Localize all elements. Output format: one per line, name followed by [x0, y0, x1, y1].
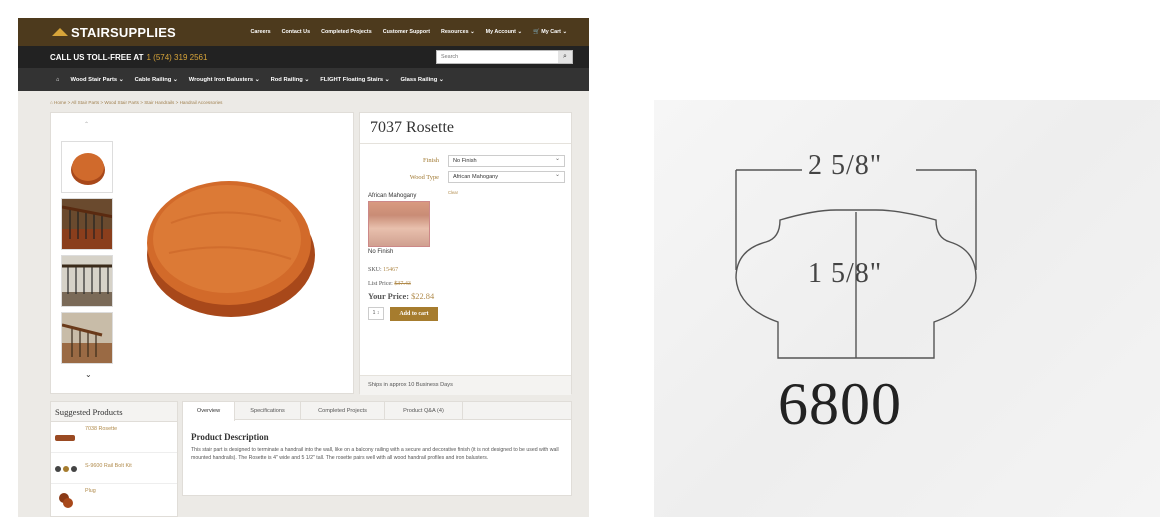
- swatch-wood-label: African Mahogany: [368, 193, 417, 199]
- nav-my-account[interactable]: My Account ⌄: [486, 29, 522, 35]
- description-body: This stair part is designed to terminate…: [191, 447, 559, 461]
- search-box: ⌕: [436, 50, 573, 64]
- part-number-label: 6800: [778, 371, 902, 437]
- swatch-finish-label: No Finish: [368, 249, 394, 255]
- your-price-value: $22.84: [411, 292, 435, 301]
- description-title: Product Description: [191, 432, 269, 442]
- category-nav: ⌂ Wood Stair Parts ⌄ Cable Railing ⌄ Wro…: [18, 68, 589, 91]
- your-price-label: Your Price:: [368, 292, 410, 301]
- product-title: 7037 Rosette: [370, 119, 454, 136]
- list-price-label: List Price:: [368, 281, 393, 287]
- logo-text: STAIRSUPPLIES: [71, 24, 176, 40]
- suggested-products: Suggested Products 7038 Rosette S-9600 R…: [50, 401, 178, 517]
- home-icon[interactable]: ⌂: [56, 77, 60, 83]
- rosette-thumb-icon: [55, 435, 75, 441]
- call-label: CALL US TOLL-FREE AT: [50, 52, 144, 62]
- tab-completed-projects[interactable]: Completed Projects: [301, 402, 385, 420]
- suggested-item-label[interactable]: 7038 Rosette: [85, 426, 117, 432]
- sku-line: SKU: 15467: [368, 267, 398, 273]
- product-info-panel: 7037 Rosette Finish No Finish Wood Type …: [359, 112, 572, 395]
- finish-label: Finish: [423, 157, 439, 164]
- nav-contact-us[interactable]: Contact Us: [282, 29, 310, 35]
- wood-type-select[interactable]: African Mahogany: [448, 171, 565, 183]
- suggested-item[interactable]: Plug: [51, 485, 177, 515]
- stair-thumb-image: [62, 313, 112, 363]
- product-tabs: Overview Specifications Completed Projec…: [182, 401, 572, 496]
- product-gallery: ⌃ ⌄: [50, 112, 354, 394]
- category-wood-stair-parts[interactable]: Wood Stair Parts ⌄: [71, 77, 124, 83]
- site-logo[interactable]: STAIRSUPPLIES: [52, 25, 176, 40]
- category-wrought-iron-balusters[interactable]: Wrought Iron Balusters ⌄: [189, 77, 260, 83]
- list-price-value: $37.43: [394, 281, 411, 287]
- sku-value: 15467: [383, 267, 399, 273]
- suggested-title: Suggested Products: [51, 402, 177, 422]
- chevron-down-icon[interactable]: ⌄: [85, 370, 92, 379]
- add-to-cart-button[interactable]: Add to cart: [390, 307, 438, 321]
- search-icon[interactable]: ⌕: [558, 51, 572, 63]
- wood-swatch[interactable]: [368, 201, 430, 247]
- thumbnail-staircase-3[interactable]: [61, 312, 113, 364]
- tab-specifications[interactable]: Specifications: [235, 402, 301, 420]
- nav-my-cart[interactable]: 🛒 My Cart ⌄: [533, 29, 567, 35]
- bolt-kit-icon: [55, 466, 77, 472]
- chevron-up-icon[interactable]: ⌃: [84, 121, 89, 128]
- title-divider: [360, 143, 571, 144]
- suggested-item-label[interactable]: Plug: [85, 488, 96, 494]
- staircase-thumb-image: [62, 199, 112, 249]
- phone-number[interactable]: 1 (574) 319 2561: [146, 53, 207, 62]
- finish-select[interactable]: No Finish: [448, 155, 565, 167]
- shipping-note: Ships in approx 10 Business Days: [360, 375, 571, 395]
- height-dimension-label: 1 5/8": [808, 258, 883, 289]
- category-glass-railing[interactable]: Glass Railing ⌄: [401, 77, 444, 83]
- top-bar: STAIRSUPPLIES Careers Contact Us Complet…: [18, 18, 589, 46]
- wood-type-label: Wood Type: [409, 174, 439, 181]
- search-input[interactable]: [437, 54, 557, 60]
- breadcrumb[interactable]: ⌂ Home > All Stair Parts > Wood Stair Pa…: [50, 100, 222, 105]
- quantity-stepper[interactable]: 1 ↕: [368, 307, 384, 320]
- suggested-item[interactable]: S-9600 Rail Bolt Kit: [51, 454, 177, 484]
- plug-icon: [59, 493, 73, 508]
- nav-careers[interactable]: Careers: [251, 29, 271, 35]
- category-cable-railing[interactable]: Cable Railing ⌄: [135, 77, 178, 83]
- nav-resources[interactable]: Resources ⌄: [441, 29, 475, 35]
- thumbnail-staircase-2[interactable]: [61, 255, 113, 307]
- sku-label: SKU:: [368, 267, 382, 273]
- thumbnail-staircase-1[interactable]: [61, 198, 113, 250]
- nav-completed-projects[interactable]: Completed Projects: [321, 29, 372, 35]
- suggested-item-label[interactable]: S-9600 Rail Bolt Kit: [85, 463, 132, 469]
- your-price-line: Your Price: $22.84: [368, 292, 434, 301]
- railing-thumb-image: [62, 256, 112, 306]
- tab-product-qa[interactable]: Product Q&A (4): [385, 402, 463, 420]
- call-bar: CALL US TOLL-FREE AT 1 (574) 319 2561 ⌕: [18, 46, 589, 68]
- suggested-item[interactable]: 7038 Rosette: [51, 423, 177, 453]
- category-flight-floating-stairs[interactable]: FLIGHT Floating Stairs ⌄: [320, 77, 389, 83]
- top-nav: Careers Contact Us Completed Projects Cu…: [251, 18, 567, 46]
- rosette-profile-diagram: [735, 169, 977, 359]
- category-rod-railing[interactable]: Rod Railing ⌄: [271, 77, 310, 83]
- rosette-thumb-image: [71, 153, 105, 185]
- store-page: STAIRSUPPLIES Careers Contact Us Complet…: [18, 18, 589, 517]
- tab-row: Overview Specifications Completed Projec…: [183, 402, 571, 421]
- clear-link[interactable]: Clear: [448, 190, 458, 195]
- width-dimension-label: 2 5/8": [808, 150, 883, 181]
- thumbnail-rosette[interactable]: [61, 141, 113, 193]
- logo-stairs-icon: [52, 28, 68, 36]
- tab-overview[interactable]: Overview: [183, 402, 235, 421]
- rosette-main-image: [147, 181, 315, 317]
- list-price-line: List Price: $37.43: [368, 281, 411, 287]
- nav-customer-support[interactable]: Customer Support: [383, 29, 430, 35]
